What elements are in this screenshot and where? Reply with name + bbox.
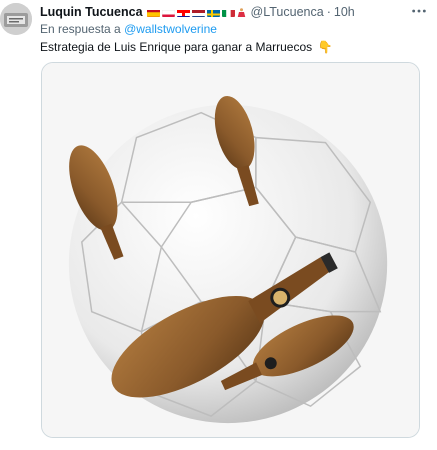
tweet-image[interactable]	[41, 62, 420, 438]
ellipsis-icon	[412, 9, 426, 13]
author-handle[interactable]: @LTucuenca	[251, 5, 324, 19]
avatar[interactable]	[0, 3, 32, 35]
croatia-flag-icon	[176, 8, 190, 17]
spain-flag-icon	[146, 8, 160, 17]
tweet[interactable]: Luquin Tucuenca @LTucuenca · 10h En resp…	[0, 0, 437, 450]
author-flags	[146, 7, 246, 17]
sweden-flag-icon	[206, 8, 220, 17]
author-name[interactable]: Luquin Tucuenca	[40, 5, 143, 19]
dot-separator: ·	[326, 5, 331, 19]
dancer-emoji-icon	[237, 7, 246, 17]
netherlands-flag-icon	[191, 8, 205, 17]
more-options-button[interactable]	[408, 2, 430, 20]
pointing-down-emoji: 👇	[317, 40, 333, 54]
tweet-header: Luquin Tucuenca @LTucuenca · 10h	[40, 4, 355, 20]
reply-prefix: En respuesta a	[40, 22, 121, 36]
italy-flag-icon	[221, 8, 235, 17]
tweet-text: Estrategia de Luis Enrique para ganar a …	[40, 40, 332, 54]
poland-flag-icon	[161, 8, 175, 17]
reply-context: En respuesta a @wallstwolverine	[40, 22, 217, 36]
tweet-body: Estrategia de Luis Enrique para ganar a …	[40, 40, 313, 54]
reply-handle-link[interactable]: @wallstwolverine	[124, 22, 217, 36]
ham-ball-illustration	[42, 63, 419, 437]
tweet-timestamp[interactable]: 10h	[334, 5, 355, 19]
